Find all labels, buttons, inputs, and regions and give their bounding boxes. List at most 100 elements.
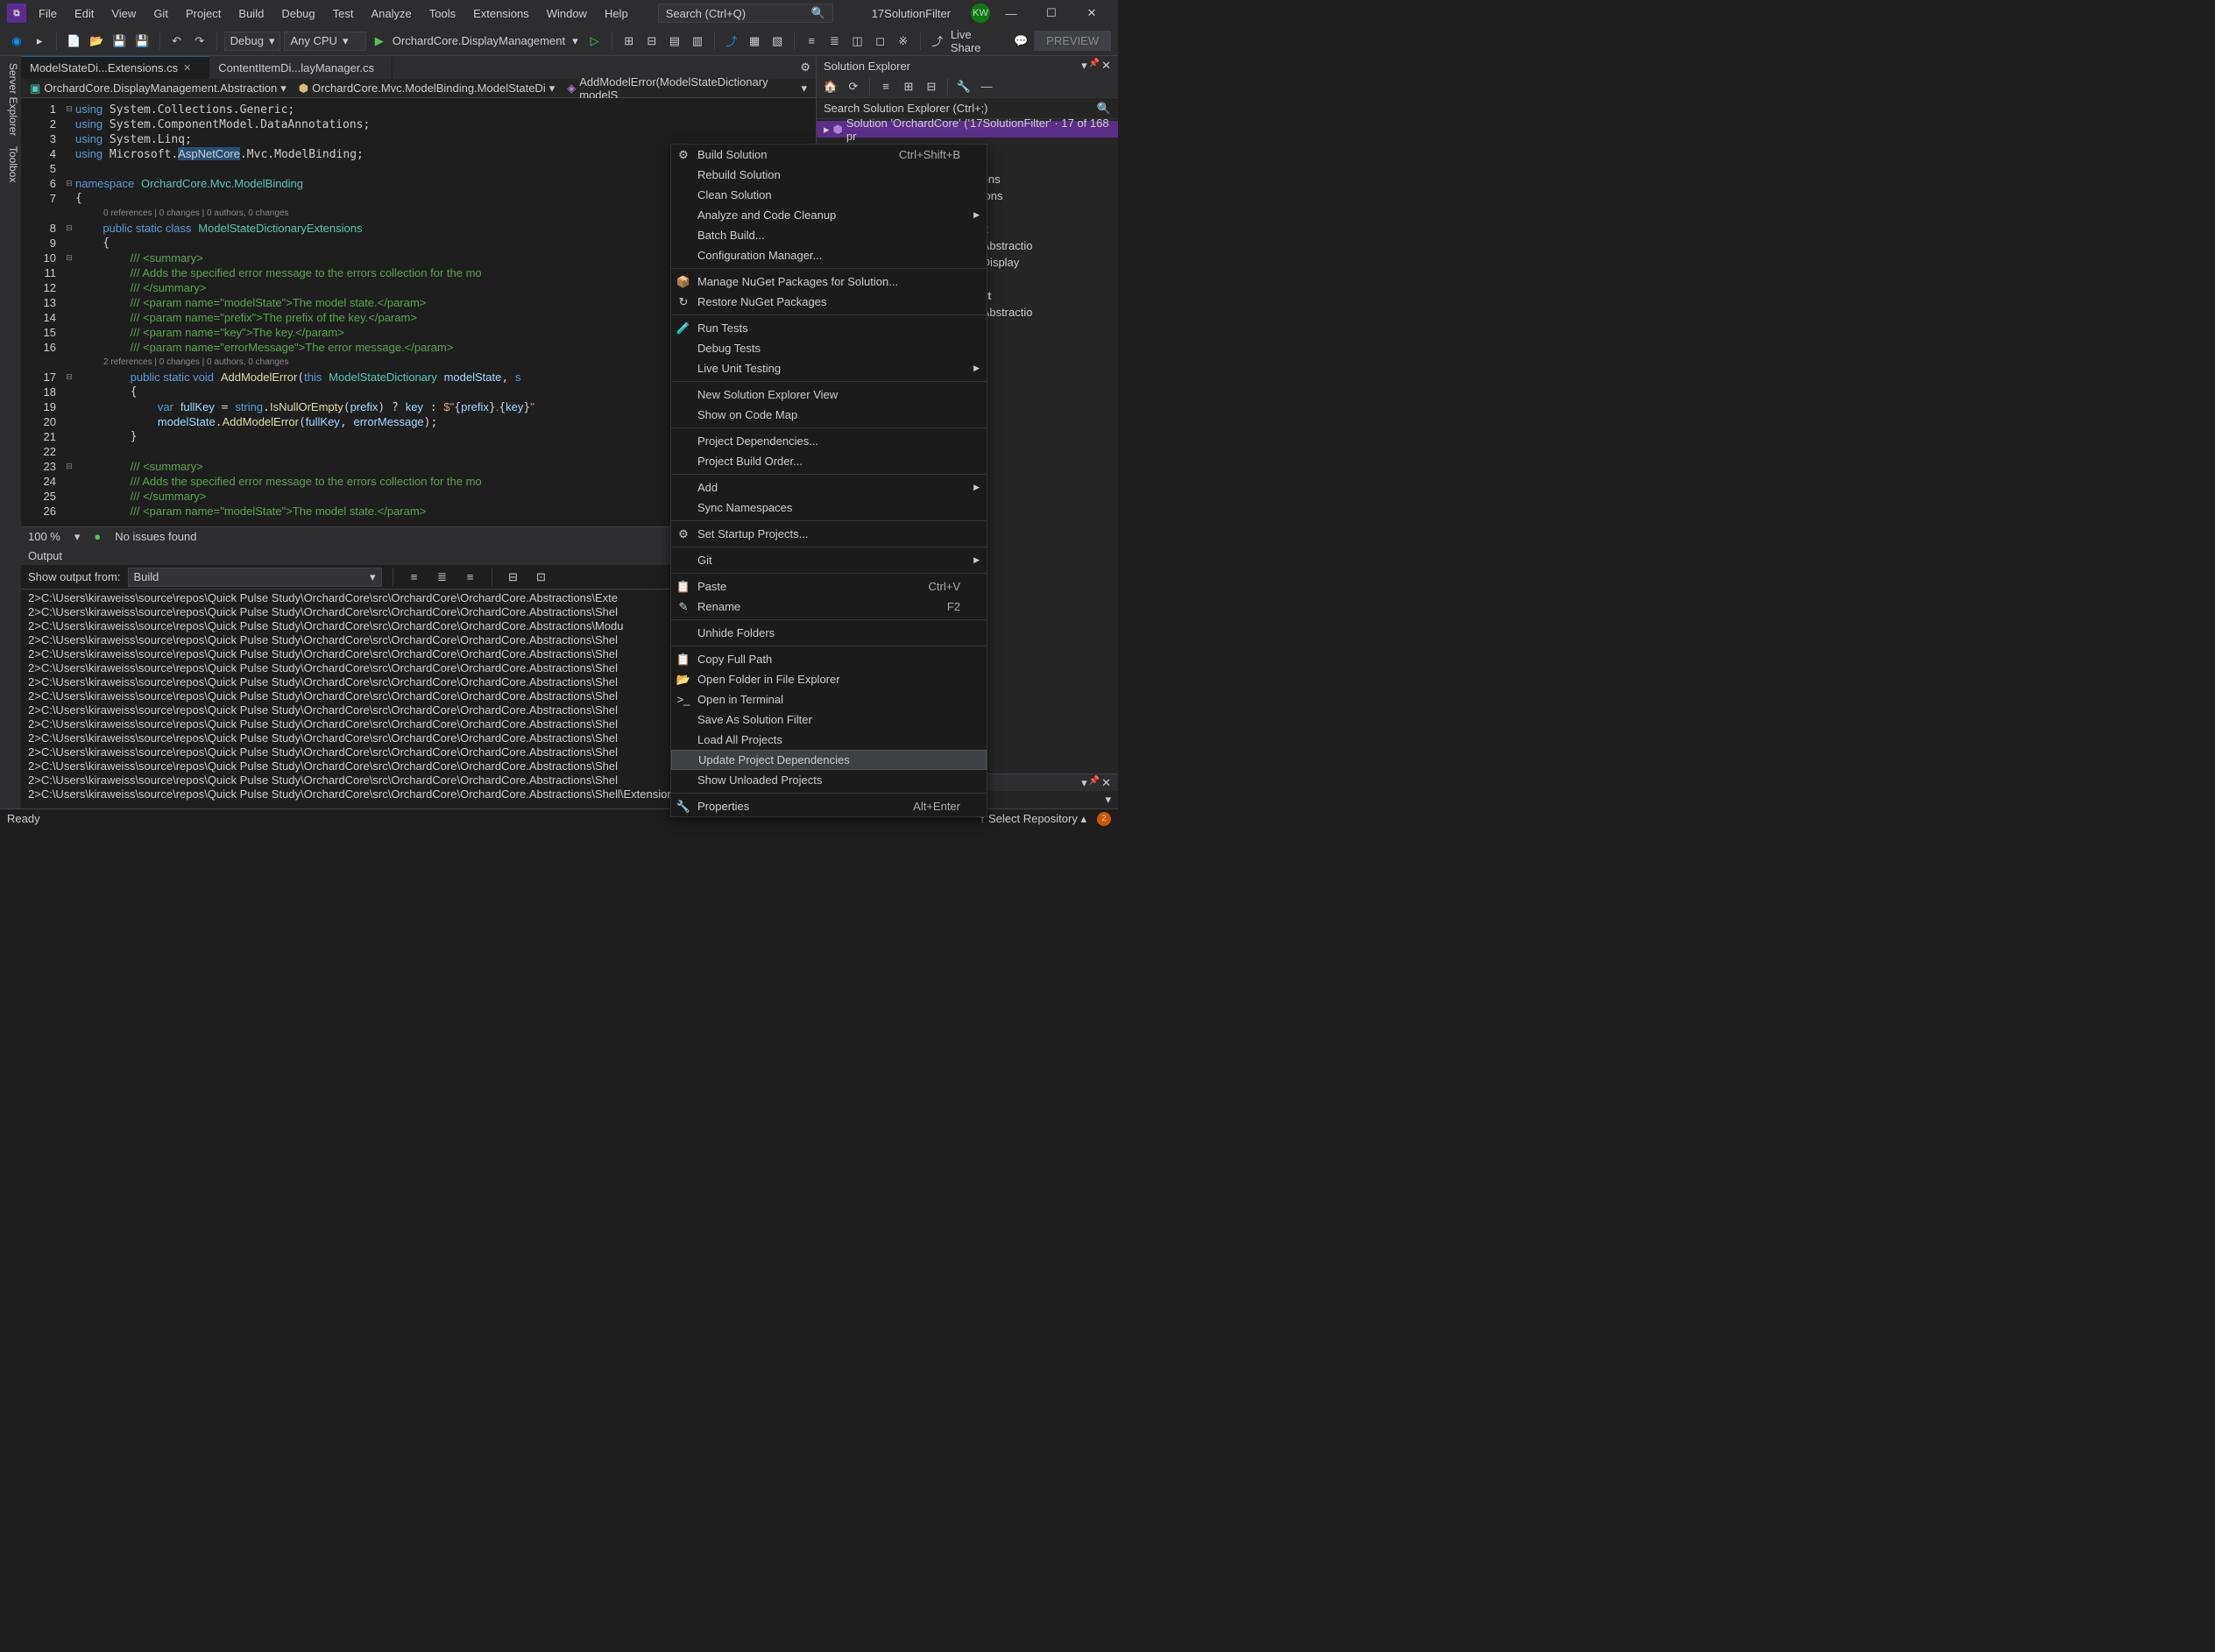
close-icon[interactable]: ✕ (183, 62, 191, 74)
ctx-unhide-folders[interactable]: Unhide Folders (671, 623, 987, 643)
pin-icon[interactable]: 📌 (1089, 776, 1100, 790)
tb-icon[interactable]: ⊡ (531, 567, 552, 588)
tb-icon[interactable]: ◫ (847, 31, 867, 52)
server-explorer-tab[interactable]: Server Explorer (2, 63, 19, 136)
tb-icon[interactable]: — (976, 76, 997, 97)
ctx-manage-nuget-packages-for-solution-[interactable]: 📦Manage NuGet Packages for Solution... (671, 272, 987, 292)
ctx-rebuild-solution[interactable]: Rebuild Solution (671, 165, 987, 185)
tb-icon[interactable]: ◻ (871, 31, 890, 52)
breadcrumb-item[interactable]: ⬢OrchardCore.Mvc.ModelBinding.ModelState… (294, 80, 561, 97)
ctx-save-as-solution-filter[interactable]: Save As Solution Filter (671, 710, 987, 730)
close-icon[interactable]: ✕ (1101, 776, 1111, 790)
ctx-load-all-projects[interactable]: Load All Projects (671, 730, 987, 750)
menu-project[interactable]: Project (177, 4, 230, 24)
tb-icon[interactable]: ⊟ (503, 567, 524, 588)
tb-icon[interactable]: ≡ (460, 567, 481, 588)
tb-icon[interactable]: ▤ (665, 31, 684, 52)
tb-icon[interactable]: ※ (894, 31, 913, 52)
dropdown-icon[interactable]: ▾ (1081, 59, 1087, 73)
editor-tab[interactable]: ContentItemDi...layManager.cs (209, 56, 393, 79)
tb-icon[interactable]: ▧ (768, 31, 787, 52)
home-icon[interactable]: 🏠 (820, 76, 841, 97)
ctx-build-solution[interactable]: ⚙Build SolutionCtrl+Shift+B (671, 145, 987, 165)
solution-explorer-search[interactable]: Search Solution Explorer (Ctrl+;) 🔍 (817, 98, 1118, 119)
ctx-project-build-order-[interactable]: Project Build Order... (671, 451, 987, 471)
menu-analyze[interactable]: Analyze (362, 4, 420, 24)
tb-icon[interactable]: ⊞ (619, 31, 639, 52)
preview-button[interactable]: PREVIEW (1034, 31, 1111, 51)
menu-file[interactable]: File (30, 4, 66, 24)
open-file-icon[interactable]: 📂 (87, 31, 106, 52)
tb-icon[interactable]: ≡ (802, 31, 821, 52)
ctx-show-unloaded-projects[interactable]: Show Unloaded Projects (671, 770, 987, 790)
start-button[interactable]: ▶ (370, 31, 389, 52)
start-no-debug-button[interactable]: ▷ (585, 31, 605, 52)
forward-button[interactable]: ▸ (30, 31, 49, 52)
redo-icon[interactable]: ↷ (190, 31, 209, 52)
tb-icon[interactable]: ⊟ (921, 76, 942, 97)
tb-icon[interactable]: ≡ (404, 567, 425, 588)
ctx-analyze-and-code-cleanup[interactable]: Analyze and Code Cleanup▶ (671, 205, 987, 225)
ctx-copy-full-path[interactable]: 📋Copy Full Path (671, 649, 987, 669)
save-icon[interactable]: 💾 (110, 31, 129, 52)
ctx-rename[interactable]: ✎RenameF2 (671, 597, 987, 617)
feedback-icon[interactable]: 💬 (1011, 31, 1030, 52)
ctx-git[interactable]: Git▶ (671, 550, 987, 570)
tb-icon[interactable]: ▦ (745, 31, 764, 52)
ctx-run-tests[interactable]: 🧪Run Tests (671, 318, 987, 338)
menu-edit[interactable]: Edit (66, 4, 103, 24)
breadcrumb-item[interactable]: ▣OrchardCore.DisplayManagement.Abstracti… (25, 80, 292, 97)
output-from-dropdown[interactable]: Build▾ (128, 568, 382, 587)
menu-view[interactable]: View (103, 4, 145, 24)
toolbox-tab[interactable]: Toolbox (2, 146, 19, 182)
repo-selector[interactable]: ↑ Select Repository ▴ (980, 812, 1086, 826)
ctx-open-folder-in-file-explorer[interactable]: 📂Open Folder in File Explorer (671, 669, 987, 689)
ctx-properties[interactable]: 🔧PropertiesAlt+Enter (671, 796, 987, 816)
issues-status[interactable]: No issues found (115, 530, 196, 543)
menu-window[interactable]: Window (538, 4, 596, 24)
dropdown-icon[interactable]: ▾ (1081, 776, 1087, 790)
ctx-debug-tests[interactable]: Debug Tests (671, 338, 987, 358)
liveshare-icon[interactable]: ⤴ (928, 31, 947, 52)
search-input[interactable]: Search (Ctrl+Q) 🔍 (658, 4, 833, 23)
ctx-restore-nuget-packages[interactable]: ↻Restore NuGet Packages (671, 292, 987, 312)
back-button[interactable]: ◉ (7, 31, 26, 52)
close-icon[interactable]: ✕ (1101, 59, 1111, 73)
editor-tab[interactable]: ModelStateDi...Extensions.cs ✕ (21, 56, 209, 79)
ctx-add[interactable]: Add▶ (671, 477, 987, 498)
tb-icon[interactable]: ⤴ (722, 31, 741, 52)
notification-badge[interactable]: 2 (1097, 812, 1111, 826)
menu-git[interactable]: Git (145, 4, 177, 24)
platform-dropdown[interactable]: Any CPU▾ (284, 32, 365, 51)
config-dropdown[interactable]: Debug▾ (224, 32, 281, 51)
zoom-level[interactable]: 100 % (28, 530, 60, 543)
tb-icon[interactable]: 🔧 (953, 76, 974, 97)
ctx-project-dependencies-[interactable]: Project Dependencies... (671, 431, 987, 451)
tb-icon[interactable]: ⊟ (642, 31, 662, 52)
ctx-batch-build-[interactable]: Batch Build... (671, 225, 987, 245)
ctx-show-on-code-map[interactable]: Show on Code Map (671, 405, 987, 425)
tb-icon[interactable]: ≡ (875, 76, 896, 97)
tb-icon[interactable]: ⟳ (843, 76, 864, 97)
ctx-set-startup-projects-[interactable]: ⚙Set Startup Projects... (671, 524, 987, 544)
menu-build[interactable]: Build (230, 4, 272, 24)
minimize-button[interactable]: — (992, 0, 1030, 26)
liveshare-label[interactable]: Live Share (951, 28, 1001, 54)
solution-root[interactable]: ▸⬢Solution 'OrchardCore' ('17SolutionFil… (817, 121, 1118, 138)
ctx-configuration-manager-[interactable]: Configuration Manager... (671, 245, 987, 265)
ctx-clean-solution[interactable]: Clean Solution (671, 185, 987, 205)
undo-icon[interactable]: ↶ (167, 31, 187, 52)
ctx-paste[interactable]: 📋PasteCtrl+V (671, 576, 987, 597)
menu-test[interactable]: Test (324, 4, 363, 24)
start-target[interactable]: OrchardCore.DisplayManagement (393, 34, 565, 47)
tb-icon[interactable]: ≣ (432, 567, 453, 588)
dropdown-icon[interactable]: ▾ (1105, 793, 1111, 807)
ctx-open-in-terminal[interactable]: >_Open in Terminal (671, 689, 987, 710)
ctx-sync-namespaces[interactable]: Sync Namespaces (671, 498, 987, 518)
pin-icon[interactable]: 📌 (1089, 59, 1100, 73)
menu-help[interactable]: Help (596, 4, 637, 24)
avatar[interactable]: KW (971, 4, 990, 23)
tb-icon[interactable]: ⊞ (898, 76, 919, 97)
new-project-icon[interactable]: 📄 (64, 31, 83, 52)
tb-icon[interactable]: ≣ (824, 31, 844, 52)
